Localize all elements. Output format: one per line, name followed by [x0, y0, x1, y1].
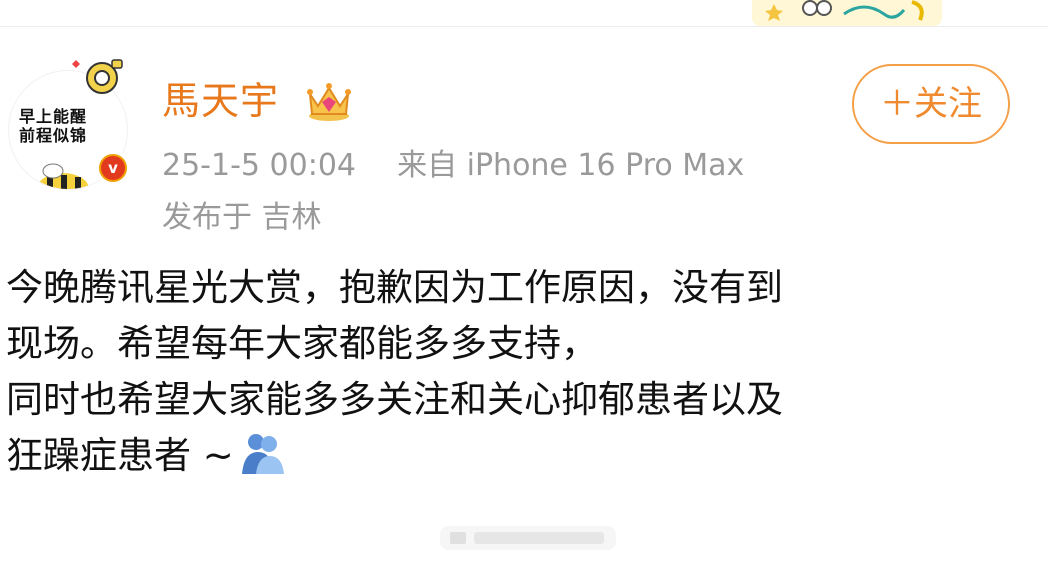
post-line-text: 狂躁症患者 ~ — [6, 434, 234, 477]
hug-emoji-icon — [241, 434, 284, 474]
post-source: 来自 iPhone 16 Pro Max — [397, 148, 745, 183]
post-location: 发布于 吉林 — [162, 200, 322, 235]
top-strip — [0, 0, 1048, 27]
crown-icon — [307, 83, 351, 121]
username[interactable]: 馬天宇 — [162, 76, 279, 126]
post-line: 现场。希望每年大家都能多多支持， — [6, 322, 598, 365]
avatar-caption: 早上能醒 前程似锦 — [19, 107, 119, 145]
watermark-icon — [440, 526, 616, 550]
post-line: 今晚腾讯星光大赏，抱歉因为工作原因，没有到 — [6, 266, 783, 309]
post-line-last: 狂躁症患者 ~ — [6, 428, 1036, 484]
verified-v-icon: v — [101, 156, 125, 180]
follow-button[interactable]: ＋关注 — [852, 64, 1010, 144]
camera-sticker-icon — [72, 59, 123, 94]
avatar[interactable]: 早上能醒 前程似锦 v — [8, 56, 130, 190]
avatar-caption-line1: 早上能醒 — [19, 107, 88, 126]
post-timestamp: 25-1-5 00:04 — [162, 148, 356, 183]
verified-badge: v — [96, 151, 130, 185]
sticker-decoration-icon — [752, 0, 942, 26]
avatar-caption-line2: 前程似锦 — [19, 126, 88, 145]
post-line: 同时也希望大家能多多关注和关心抑郁患者以及 — [6, 378, 783, 421]
post-meta: 25-1-5 00:04 来自 iPhone 16 Pro Max — [162, 146, 744, 186]
post-body: 今晚腾讯星光大赏，抱歉因为工作原因，没有到 现场。希望每年大家都能多多支持， 同… — [6, 260, 1036, 484]
bee-sticker-icon — [37, 163, 89, 189]
